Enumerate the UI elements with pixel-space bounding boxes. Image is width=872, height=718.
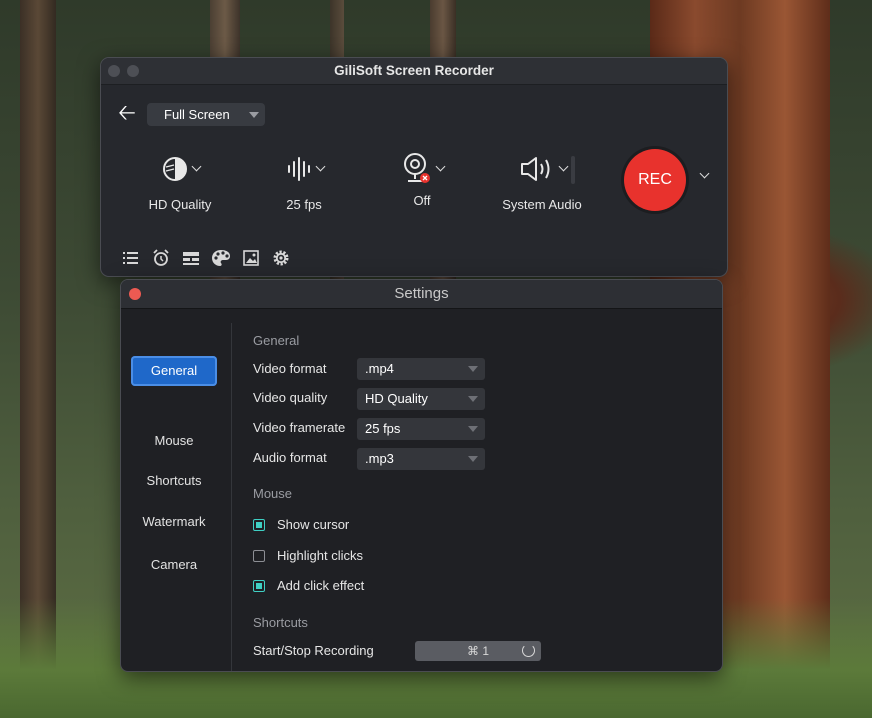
recorder-title: GiliSoft Screen Recorder (334, 63, 494, 78)
chevron-down-icon (249, 112, 259, 118)
video-format-select[interactable]: .mp4 (357, 358, 485, 380)
highlight-clicks-checkbox[interactable] (253, 549, 265, 562)
chevron-down-icon (468, 456, 478, 462)
sidebar-item-mouse[interactable]: Mouse (131, 426, 217, 456)
sidebar-item-general[interactable]: General (131, 356, 217, 386)
audio-format-select[interactable]: .mp3 (357, 448, 485, 470)
video-format-value: .mp4 (365, 361, 394, 376)
highlight-clicks-option[interactable]: Highlight clicks (253, 548, 363, 563)
waveform-icon (287, 157, 310, 181)
highlight-clicks-label: Highlight clicks (277, 548, 363, 563)
chevron-down-icon (468, 396, 478, 402)
window-button-minimize[interactable] (127, 65, 139, 77)
back-arrow-icon[interactable]: 🡠 (118, 102, 136, 124)
audio-control[interactable]: System Audio (487, 151, 597, 212)
sidebar-item-camera[interactable]: Camera (131, 550, 217, 580)
sidebar-item-shortcuts[interactable]: Shortcuts (131, 466, 217, 496)
start-stop-recording-label: Start/Stop Recording (253, 643, 374, 658)
quality-label: HD Quality (148, 197, 212, 212)
recorder-window: GiliSoft Screen Recorder 🡠 Full Screen H… (100, 57, 728, 277)
show-cursor-label: Show cursor (277, 517, 350, 532)
chevron-down-icon (468, 366, 478, 372)
window-button-close[interactable] (108, 65, 120, 77)
volume-level-bar[interactable] (571, 156, 575, 184)
video-quality-value: HD Quality (365, 391, 428, 406)
video-framerate-label: Video framerate (253, 420, 346, 435)
audio-label: System Audio (502, 197, 582, 212)
quality-icon (162, 157, 187, 181)
show-cursor-checkbox[interactable] (253, 518, 265, 531)
settings-sidebar: General Mouse Shortcuts Watermark Camera (121, 309, 231, 671)
settings-content: General Video format .mp4 Video quality … (253, 309, 722, 671)
add-click-effect-checkbox[interactable] (253, 579, 265, 592)
speaker-icon (520, 157, 549, 181)
add-click-effect-option[interactable]: Add click effect (253, 578, 364, 593)
settings-titlebar: Settings (121, 280, 722, 309)
start-stop-recording-shortcut-value: ⌘ 1 (466, 644, 489, 658)
audio-format-label: Audio format (253, 450, 327, 465)
chevron-down-icon (435, 161, 445, 171)
list-icon[interactable] (121, 248, 141, 268)
settings-title: Settings (394, 285, 449, 302)
capture-mode-select[interactable]: Full Screen (147, 103, 265, 126)
recorder-titlebar: GiliSoft Screen Recorder (101, 58, 727, 85)
reset-icon[interactable] (522, 644, 535, 657)
sidebar-item-watermark[interactable]: Watermark (131, 507, 217, 537)
video-quality-select[interactable]: HD Quality (357, 388, 485, 410)
record-options-chevron-icon[interactable] (699, 168, 710, 179)
window-button-close[interactable] (129, 288, 141, 300)
start-stop-recording-shortcut-field[interactable]: ⌘ 1 (415, 641, 541, 661)
framerate-label: 25 fps (286, 197, 322, 212)
video-framerate-value: 25 fps (365, 421, 401, 436)
alarm-clock-icon[interactable] (151, 248, 171, 268)
chevron-down-icon (468, 426, 478, 432)
chevron-down-icon (315, 161, 325, 171)
palette-icon[interactable] (211, 248, 231, 268)
sidebar-divider (231, 323, 232, 671)
record-button[interactable]: REC (624, 149, 686, 211)
gear-icon[interactable] (271, 248, 291, 268)
webcam-control[interactable]: Off (367, 151, 477, 208)
image-icon[interactable] (241, 248, 261, 268)
webcam-label: Off (413, 193, 431, 208)
quality-control[interactable]: HD Quality (125, 151, 235, 212)
audio-format-value: .mp3 (365, 451, 394, 466)
video-quality-label: Video quality (253, 390, 328, 405)
timer-icon[interactable] (181, 248, 201, 268)
show-cursor-option[interactable]: Show cursor (253, 517, 349, 532)
capture-mode-value: Full Screen (164, 107, 230, 122)
add-click-effect-label: Add click effect (277, 578, 365, 593)
settings-window: Settings General Mouse Shortcuts Waterma… (120, 279, 723, 672)
webcam-off-icon (403, 153, 430, 183)
video-framerate-select[interactable]: 25 fps (357, 418, 485, 440)
chevron-down-icon (558, 161, 568, 171)
section-heading-shortcuts: Shortcuts (253, 615, 308, 630)
section-heading-mouse: Mouse (253, 486, 293, 501)
video-format-label: Video format (253, 361, 327, 376)
bottom-toolbar (121, 248, 291, 268)
framerate-control[interactable]: 25 fps (249, 151, 359, 212)
chevron-down-icon (191, 161, 201, 171)
section-heading-general: General (253, 333, 300, 348)
